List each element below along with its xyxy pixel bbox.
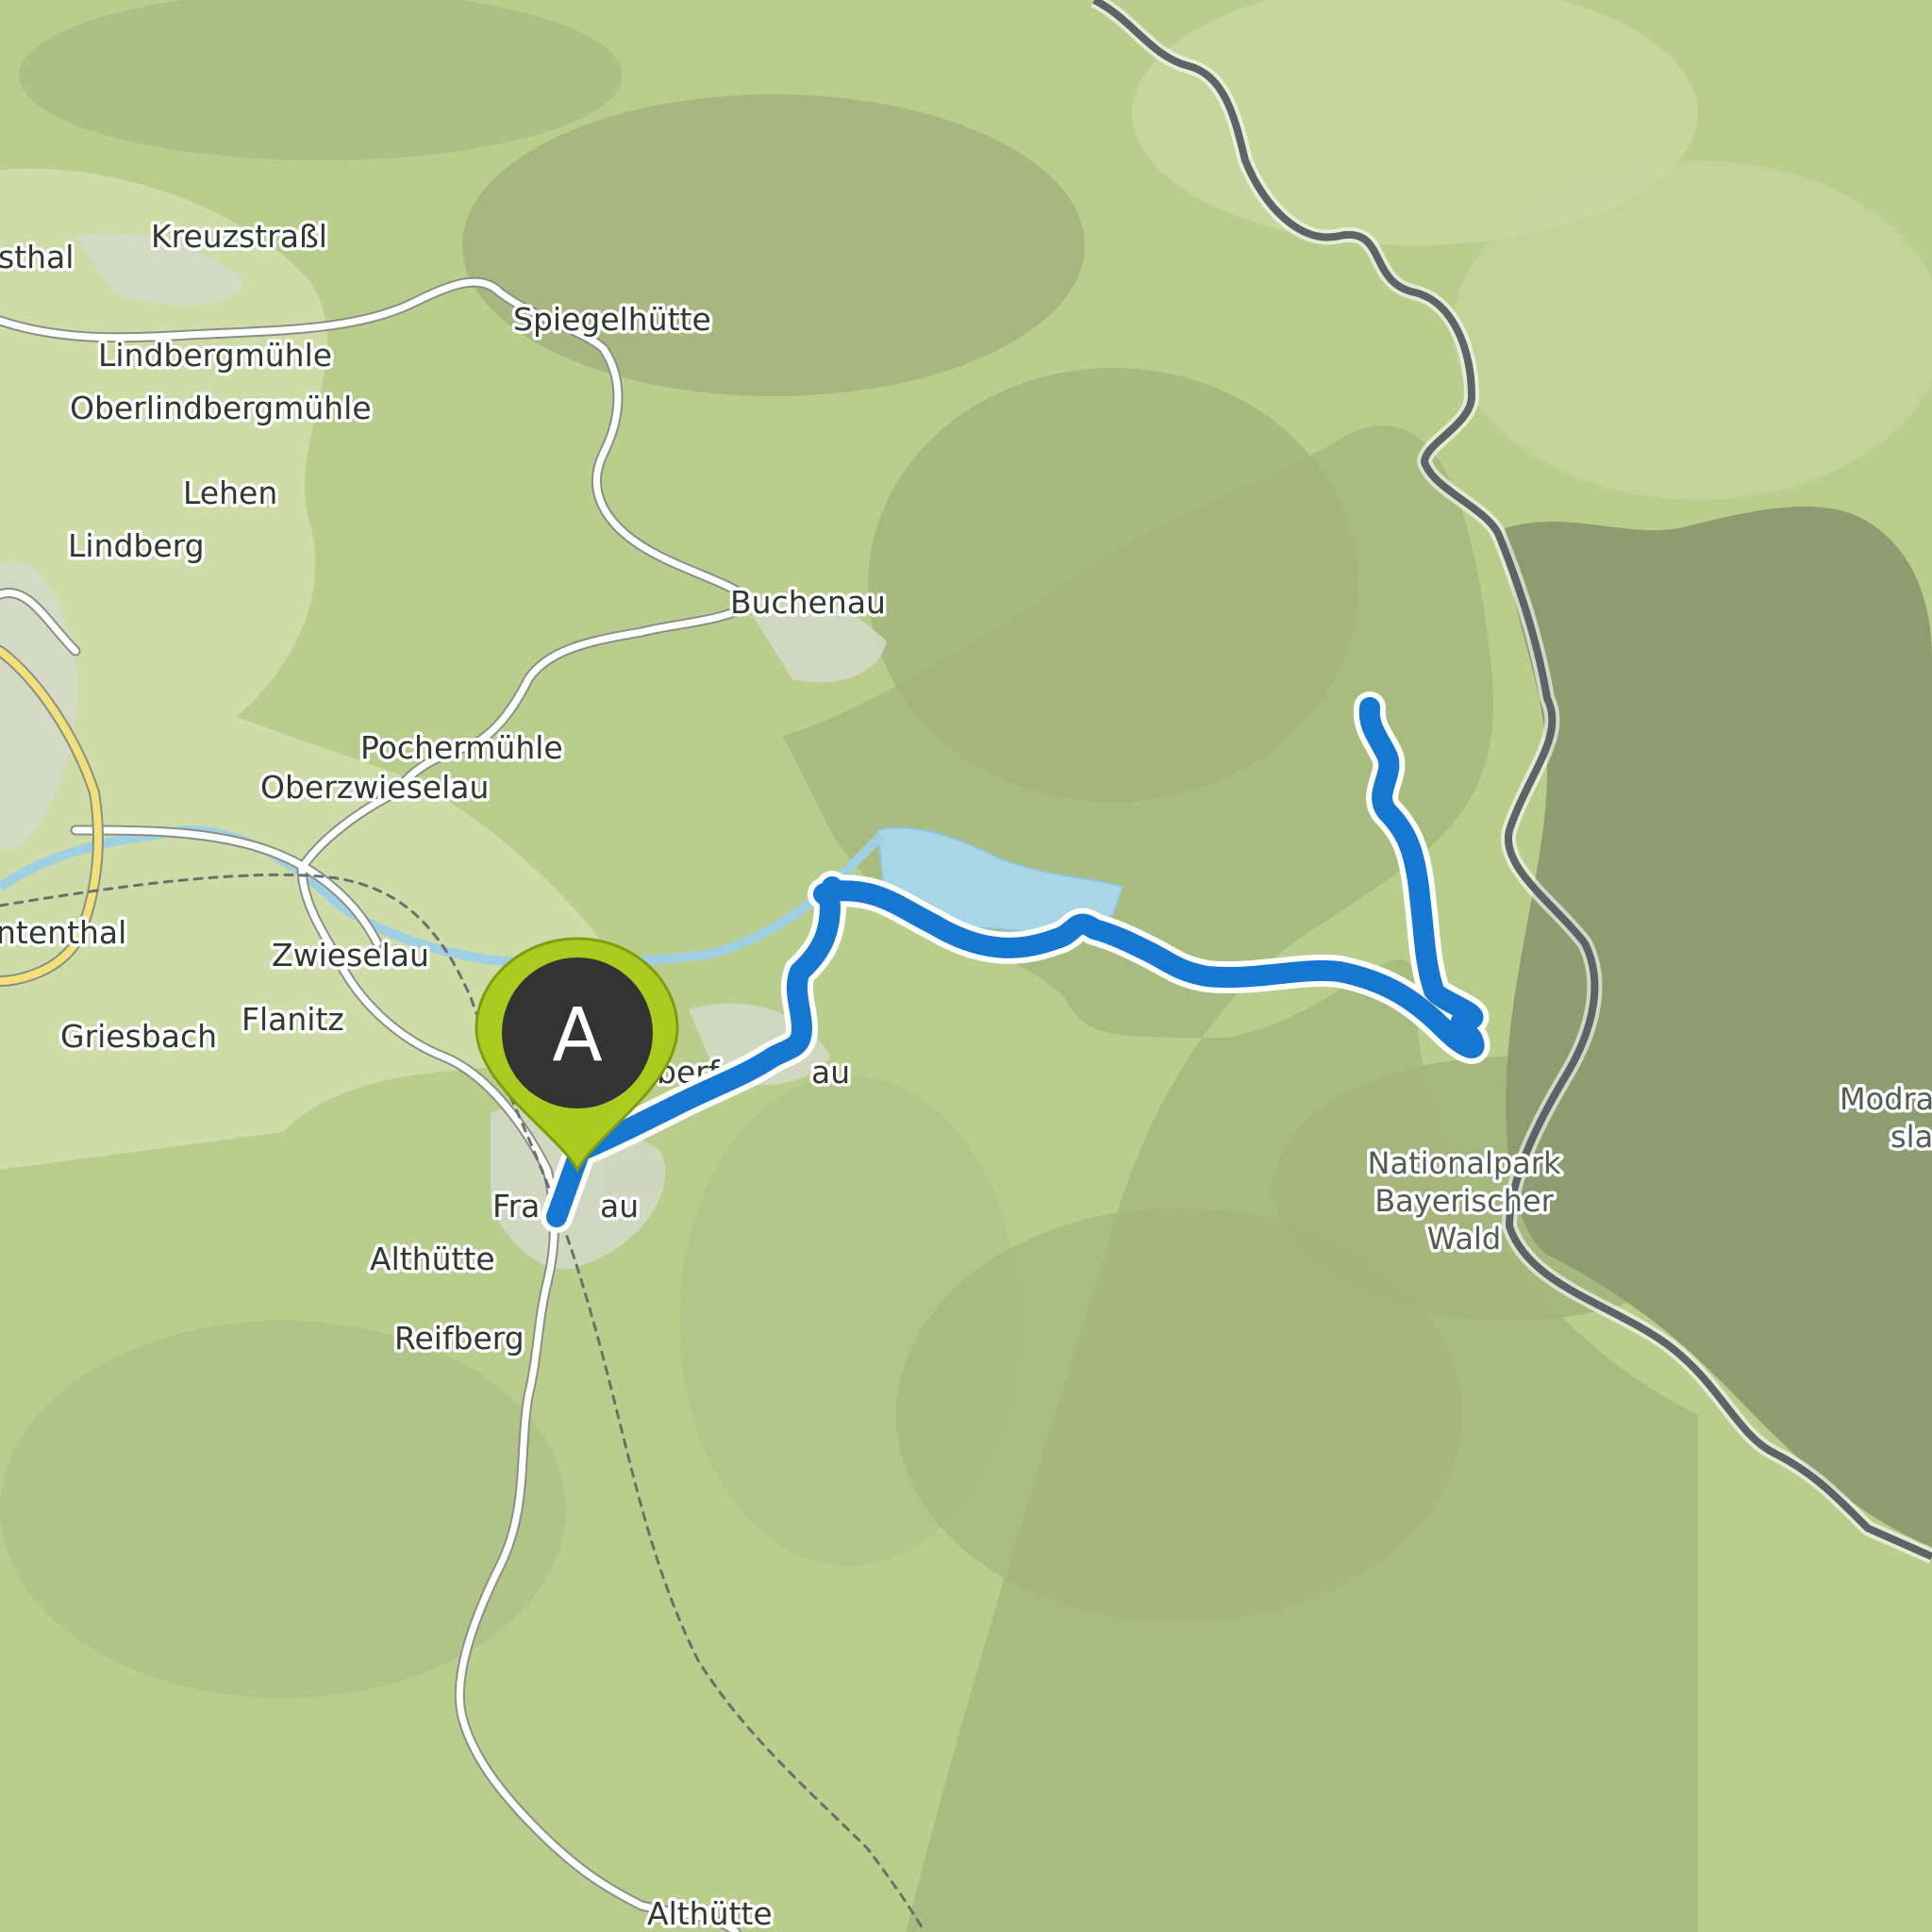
label-griesbach: Griesbach <box>60 1018 217 1055</box>
label-zwieselau: Zwieselau <box>272 937 429 974</box>
label-oberfrauenau-end: au <box>811 1054 850 1091</box>
label-lindberg: Lindberg <box>68 527 205 564</box>
marker-letter: A <box>552 993 602 1078</box>
label-nationalpark-line2: Bayerischer <box>1374 1183 1554 1219</box>
label-tenthal-partial: ntenthal <box>0 914 126 951</box>
label-modrava-line2: sla <box>1890 1119 1932 1155</box>
label-modrava-line1: Modra <box>1840 1081 1932 1117</box>
label-oberlindbergmuehle: Oberlindbergmühle <box>70 390 372 426</box>
label-nationalpark-line1: Nationalpark <box>1368 1145 1561 1181</box>
label-flanitz: Flanitz <box>242 1001 344 1038</box>
label-nationalpark-line3: Wald <box>1427 1221 1501 1257</box>
label-althuette-south: Althütte <box>647 1895 773 1932</box>
label-thal-partial: sthal <box>0 239 74 275</box>
map-canvas[interactable]: Kreuzstraßl sthal Spiegelhütte Lindbergm… <box>0 0 1932 1932</box>
label-reifberg: Reifberg <box>394 1320 525 1357</box>
label-pochermuehle: Pochermühle <box>360 729 563 766</box>
label-kreuzstrassl: Kreuzstraßl <box>151 218 327 255</box>
label-althuette: Althütte <box>370 1241 495 1277</box>
label-frauenau-end: au <box>600 1188 639 1224</box>
label-spiegelhuette: Spiegelhütte <box>513 301 711 338</box>
label-oberzwieselau: Oberzwieselau <box>260 769 489 806</box>
label-frauenau-start: Fra <box>492 1188 540 1224</box>
label-buchenau: Buchenau <box>730 584 886 621</box>
label-lehen: Lehen <box>183 475 277 511</box>
label-lindbergmuehle: Lindbergmühle <box>98 337 332 374</box>
